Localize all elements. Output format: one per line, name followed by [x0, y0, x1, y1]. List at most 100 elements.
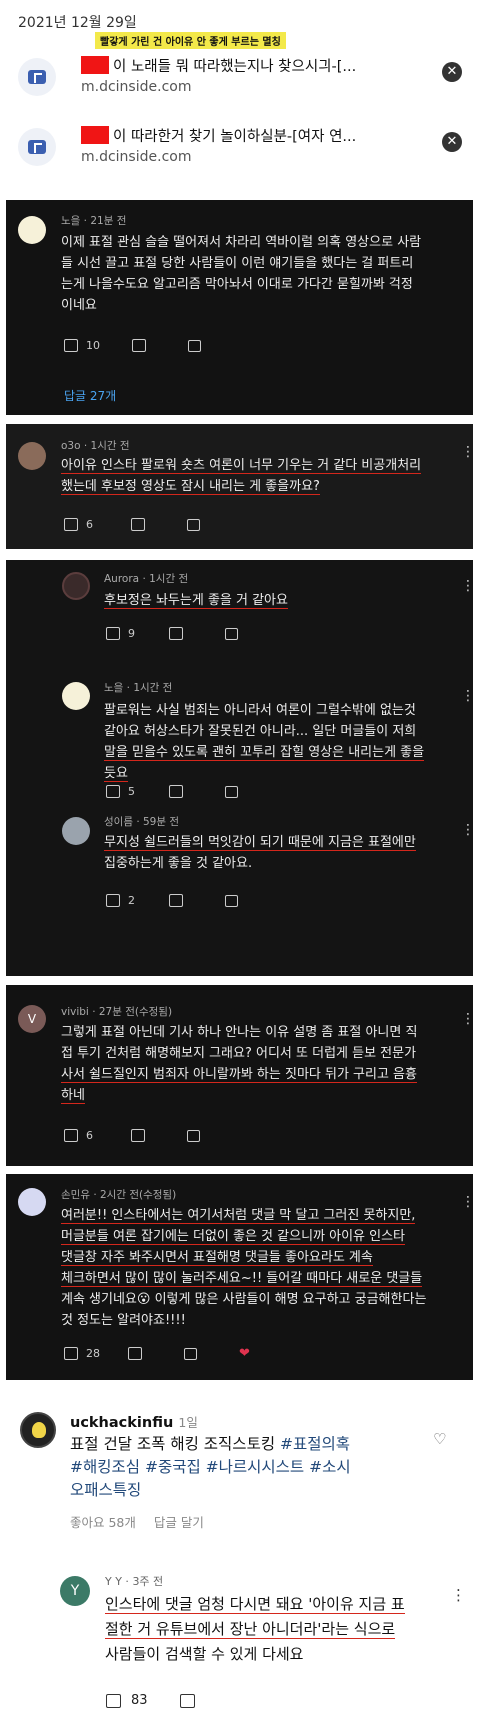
- comment-line: 말을 믿을수 있도록 괜히 꼬투리 잡힐 영상은 내리는게 좋을: [104, 745, 425, 761]
- thumb-down-icon[interactable]: [131, 518, 145, 531]
- like-count: 5: [128, 785, 135, 798]
- comment-author: Aurora: [104, 573, 140, 585]
- comment-body: 여러분!! 인스타에서는 여기서처럼 댓글 막 달고 그러진 못하지만, 머글분…: [61, 1205, 466, 1331]
- comment-author: o3o: [61, 440, 81, 452]
- comment-meta: 성이름 · 59분 전: [104, 816, 180, 828]
- thumb-down-icon[interactable]: [169, 785, 183, 798]
- caption-note: 빨갛게 가린 건 아이유 안 좋게 부르는 멸칭: [95, 32, 286, 49]
- search-result[interactable]: 이 노래들 뭐 따라했는지나 찾으시긔-[... m.dcinside.com …: [18, 52, 462, 102]
- thumb-up-icon[interactable]: [64, 1347, 78, 1360]
- comment-author: 노을: [104, 682, 124, 694]
- comment-actions: 6: [64, 518, 200, 531]
- comment-body: 아이유 인스타 팔로워 숏츠 여론이 너무 기우는 거 같다 비공개처리 했는데…: [61, 455, 456, 497]
- comment-line: 댓글창 자주 봐주시면서 표절해명 댓글들 좋아요라도 계속: [61, 1250, 373, 1266]
- comment-time: 2시간 전(수정됨): [100, 1189, 177, 1201]
- comment-time: 21분 전: [90, 215, 127, 227]
- creator-heart-icon: ❤: [239, 1346, 250, 1361]
- reply-icon[interactable]: [225, 627, 238, 640]
- comment-body: 그렇게 표절 아닌데 기사 하나 안나는 이유 설명 좀 표절 아니면 직 접 …: [61, 1022, 466, 1106]
- ig-author[interactable]: uckhackinfiu: [70, 1415, 173, 1431]
- more-options-icon[interactable]: ⋮: [461, 579, 475, 593]
- comment-time: 1시간 전: [90, 440, 130, 452]
- ig-reply-button[interactable]: 답글 달기: [154, 1515, 204, 1530]
- comment-actions: 9: [106, 627, 238, 640]
- thumb-up-icon[interactable]: [106, 627, 120, 640]
- comment-time: 1시간 전: [133, 682, 173, 694]
- thumb-up-icon[interactable]: [106, 785, 120, 798]
- comment-body: 팔로워는 사실 범죄는 아니라서 여론이 그럴수밖에 없는것 같아요 허상스타가…: [104, 700, 459, 784]
- like-count: 2: [128, 894, 135, 907]
- search-result[interactable]: 이 따라한거 찾기 놀이하실분-[여자 연... m.dcinside.com …: [18, 122, 462, 172]
- hashtag[interactable]: #표절의혹: [280, 1435, 350, 1453]
- comment-actions: 2: [106, 894, 238, 907]
- like-count: 83: [131, 1693, 148, 1708]
- result-url: m.dcinside.com: [81, 149, 192, 165]
- thumb-down-icon[interactable]: [179, 1693, 195, 1708]
- reply-icon[interactable]: [225, 785, 238, 798]
- comment-line: 무지성 쉴드러들의 먹잇감이 되기 때문에 지금은 표절에만: [104, 835, 416, 851]
- like-count: 28: [86, 1347, 100, 1360]
- ig-comment-body: 표절 건달 조폭 해킹 조직스토킹 #표절의혹 #해킹조심 #중국집 #나르시시…: [70, 1433, 430, 1502]
- more-options-icon[interactable]: ⋮: [461, 689, 475, 703]
- comment-line: 팔로워는 사실 범죄는 아니라서 여론이 그럴수밖에 없는것: [104, 703, 416, 718]
- comment-panel: o3o · 1시간 전 ⋮ 아이유 인스타 팔로워 숏츠 여론이 너무 기우는 …: [6, 424, 475, 549]
- thumb-up-icon[interactable]: [64, 518, 78, 531]
- view-replies-link[interactable]: 답글 27개: [64, 387, 116, 404]
- close-icon[interactable]: ✕: [442, 62, 462, 82]
- thumb-up-icon[interactable]: [64, 1129, 78, 1142]
- close-icon[interactable]: ✕: [442, 132, 462, 152]
- thumb-down-icon[interactable]: [169, 627, 183, 640]
- ig-time: 1일: [178, 1415, 198, 1430]
- comment-line: 체크하면서 많이 많이 눌러주세요~!! 들어갈 때마다 새로운 댓글들: [61, 1271, 423, 1287]
- more-options-icon[interactable]: ⋮: [451, 1586, 466, 1604]
- reply-icon[interactable]: [187, 518, 200, 531]
- avatar: [62, 572, 90, 600]
- comment-line: 듯요: [104, 766, 128, 782]
- avatar: Y: [60, 1576, 90, 1606]
- more-options-icon[interactable]: ⋮: [461, 823, 475, 837]
- more-options-icon[interactable]: ⋮: [461, 445, 475, 459]
- comment-meta: 노을 · 1시간 전: [104, 682, 173, 694]
- thumb-down-icon[interactable]: [169, 894, 183, 907]
- comment-line: 들 시선 끌고 표절 당한 사람들이 이런 얘기들을 했다는 걸 퍼트리: [61, 256, 414, 271]
- thumb-up-icon[interactable]: [64, 339, 78, 352]
- ig-line[interactable]: 오패스특징: [70, 1479, 430, 1502]
- comment-body: 인스타에 댓글 엄청 다시면 돼요 '아이유 지금 표 절한 거 유튜브에서 장…: [105, 1592, 450, 1667]
- result-title[interactable]: 이 따라한거 찾기 놀이하실분-[여자 연...: [113, 125, 356, 146]
- heart-icon[interactable]: ♡: [433, 1430, 446, 1448]
- reply-icon[interactable]: [187, 1129, 200, 1142]
- reply-icon[interactable]: [225, 894, 238, 907]
- comment-line: 절한 거 유튜브에서 장난 아니더라'라는 식으로: [105, 1620, 396, 1639]
- dcinside-logo-icon: [18, 128, 56, 166]
- thumb-up-icon[interactable]: [106, 894, 120, 907]
- comment-line: 머글분들 여론 잡기에는 더없이 좋은 것 같으니까 아이유 인스타: [61, 1229, 406, 1245]
- reply-icon[interactable]: [184, 1347, 197, 1360]
- comment-line: 하네: [61, 1088, 85, 1104]
- ig-line[interactable]: #해킹조심 #중국집 #나르시시스트 #소시: [70, 1456, 430, 1479]
- ig-comment-actions: 좋아요 58개 답글 달기: [70, 1512, 430, 1531]
- comment-actions: 10: [64, 339, 201, 352]
- comment-body: 이제 표절 관심 슬슬 떨어져서 차라리 역바이럴 의혹 영상으로 사람 들 시…: [61, 232, 466, 316]
- thumb-down-icon[interactable]: [128, 1347, 142, 1360]
- avatar: [62, 817, 90, 845]
- comment-author: 성이름: [104, 816, 133, 828]
- ig-line: 표절 건달 조폭 해킹 조직스토킹 #표절의혹: [70, 1435, 351, 1453]
- thumb-up-icon[interactable]: [106, 1693, 121, 1708]
- reply-icon[interactable]: [188, 339, 201, 352]
- avatar: [18, 442, 46, 470]
- comment-time: 27분 전(수정됨): [98, 1006, 173, 1018]
- comment-line: 이네요: [61, 298, 97, 313]
- comment-author: vivibi: [61, 1006, 89, 1018]
- avatar: [18, 216, 46, 244]
- avatar: V: [18, 1005, 46, 1033]
- thumb-down-icon[interactable]: [132, 339, 146, 352]
- comment-meta: o3o · 1시간 전: [61, 440, 130, 452]
- comment-time: 59분 전: [143, 816, 180, 828]
- comment-author: 노을: [61, 215, 81, 227]
- thumb-down-icon[interactable]: [131, 1129, 145, 1142]
- comment-line: 했는데 후보정 영상도 잠시 내리는 게 좋을까요?: [61, 479, 320, 495]
- ig-like-count[interactable]: 좋아요 58개: [70, 1515, 136, 1530]
- comment-author: Y Y: [105, 1575, 122, 1588]
- result-title[interactable]: 이 노래들 뭐 따라했는지나 찾으시긔-[...: [113, 55, 356, 76]
- comment-line: 것 정도는 알려야죠!!!!: [61, 1313, 186, 1328]
